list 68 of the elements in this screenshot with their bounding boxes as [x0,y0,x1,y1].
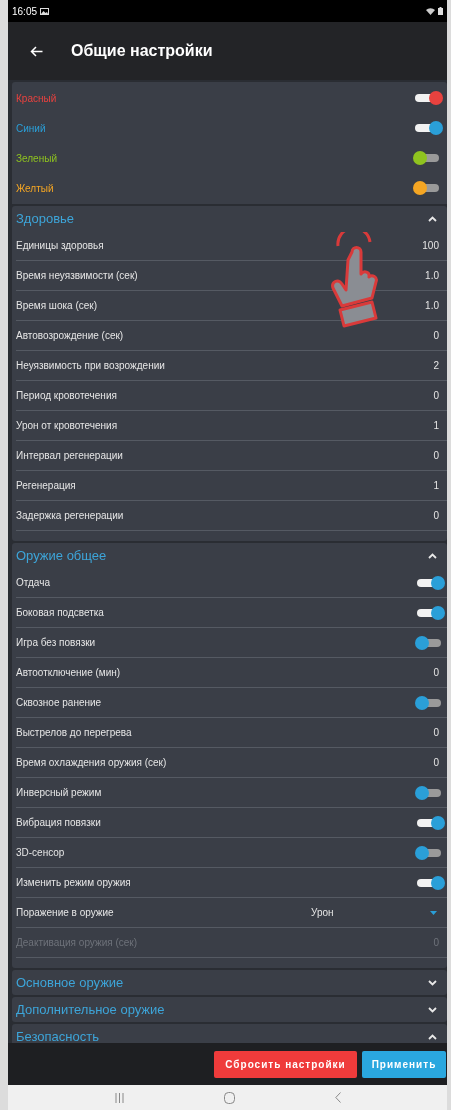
section-title[interactable]: Здоровье [16,208,75,229]
dropdown[interactable]: Урон [297,901,439,924]
screen-title: Общие настройки [71,41,213,61]
section-title[interactable]: Основное оружие [16,972,124,993]
setting-value: 1 [433,479,439,493]
setting-label: Изменить режим оружия [16,876,131,890]
setting-value: 0 [433,756,439,770]
setting-value: 100 [422,239,439,253]
toggle-switch[interactable] [415,815,445,830]
chevron-up-icon[interactable] [428,1033,437,1040]
setting-label: Поражение в оружие [16,906,114,920]
setting-value: 0 [433,666,439,680]
setting-value: 0 [433,329,439,343]
color-label: Синий [16,121,46,136]
back-arrow-icon[interactable] [30,45,43,57]
setting-value: 0 [433,726,439,740]
setting-value: 1.0 [425,299,439,313]
setting-label: Сквозное ранение [16,696,102,710]
setting-label: 3D-сенсор [16,846,65,860]
setting-label: Инверсный режим [16,786,102,800]
setting-label: Неуязвимость при возрождении [16,359,165,373]
setting-label: Отдача [16,576,50,590]
setting-label: Игра без повязки [16,636,96,650]
chevron-up-icon[interactable] [428,552,437,559]
setting-value: 1 [433,419,439,433]
dropdown-arrow-icon [430,910,437,915]
setting-label: Урон от кровотечения [16,419,118,433]
setting-value: 0 [433,449,439,463]
wifi-icon [426,7,435,15]
setting-label: Автоотключение (мин) [16,666,121,680]
setting-label: Период кровотечения [16,389,117,403]
setting-label: Задержка регенерации [16,509,124,523]
setting-label: Единицы здоровья [16,239,104,253]
setting-label: Вибрация повязки [16,816,101,830]
setting-value: 0 [433,389,439,403]
toggle-switch[interactable] [415,575,445,590]
battery-icon [438,7,443,15]
home-icon[interactable] [223,1091,235,1104]
toggle-switch[interactable] [415,875,445,890]
setting-label: Выстрелов до перегрева [16,726,132,740]
status-time: 16:05 [12,4,38,19]
setting-label: Автовозрождение (сек) [16,329,124,343]
color-label: Желтый [16,181,54,196]
setting-label: Время шока (сек) [16,299,97,313]
setting-label: Боковая подсветка [16,606,104,620]
image-icon [40,7,50,15]
reset-button[interactable]: Сбросить настройки [214,1050,357,1078]
section-title[interactable]: Дополнительное оружие [16,999,165,1020]
setting-label: Время неуязвимости (сек) [16,269,138,283]
chevron-down-icon[interactable] [428,979,437,986]
color-label: Красный [16,91,57,106]
setting-value: 1.0 [425,269,439,283]
toggle-switch[interactable] [415,605,445,620]
section-title[interactable]: Безопасность [16,1026,99,1043]
chevron-up-icon[interactable] [428,215,437,222]
setting-value: 0 [433,509,439,523]
setting-label: Регенерация [16,479,76,493]
recent-apps-icon[interactable] [114,1092,124,1103]
back-icon[interactable] [334,1092,341,1103]
color-label: Зеленый [16,151,57,166]
chevron-down-icon[interactable] [428,1006,437,1013]
toggle-switch[interactable] [413,91,443,105]
toggle-switch[interactable] [413,121,443,135]
setting-value: 2 [433,359,439,373]
setting-label: Интервал регенерации [16,449,123,463]
apply-button[interactable]: Применить [362,1050,446,1078]
section-title[interactable]: Оружие общее [16,545,107,566]
setting-label: Время охлаждения оружия (сек) [16,756,167,770]
